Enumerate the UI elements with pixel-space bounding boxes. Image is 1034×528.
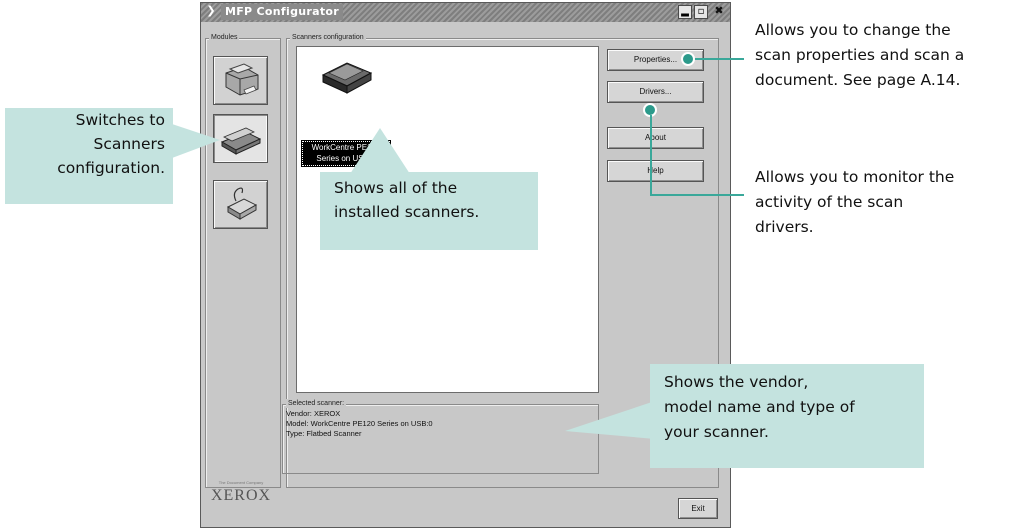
drivers-leader-horizontal — [650, 194, 744, 196]
port-module-button[interactable] — [213, 180, 268, 229]
selected-scanner-legend: Selected scanner: — [286, 399, 347, 408]
drivers-leader-vertical — [650, 115, 652, 195]
close-button[interactable]: ✖ — [712, 5, 726, 19]
switches-line1: Switches to — [75, 111, 165, 129]
vendor-line1: Shows the vendor, — [664, 373, 809, 391]
switches-line2: Scanners — [93, 135, 166, 153]
window-title: MFP Configurator — [221, 4, 343, 20]
help-button[interactable]: Help — [607, 160, 704, 182]
printer-module-button[interactable] — [213, 56, 268, 105]
scanner-device-icon[interactable] — [319, 55, 377, 97]
drivers-note-line1: Allows you to monitor the — [755, 168, 955, 186]
modules-legend: Modules — [209, 33, 240, 42]
switches-callout: Switches to Scanners configuration. — [5, 108, 173, 204]
properties-note-line2: scan properties and scan a — [755, 46, 965, 64]
maximize-button[interactable]: ▫ — [694, 5, 708, 19]
xerox-tagline: The Document Company — [218, 480, 264, 485]
properties-note-line1: Allows you to change the — [755, 21, 951, 39]
installed-callout: Shows all of the installed scanners. — [320, 172, 538, 250]
exit-button[interactable]: Exit — [678, 498, 718, 519]
vendor-callout: Shows the vendor, model name and type of… — [650, 364, 924, 468]
type-info: Type: Flatbed Scanner — [286, 429, 362, 438]
vendor-info: Vendor: XEROX — [286, 409, 341, 418]
installed-pointer — [350, 128, 410, 174]
properties-leader-line — [692, 58, 744, 60]
printer-icon — [225, 63, 259, 96]
minimize-button[interactable]: ▂ — [678, 5, 692, 19]
about-button[interactable]: About — [607, 127, 704, 149]
model-info: Model: WorkCentre PE120 Series on USB:0 — [286, 419, 433, 428]
switches-pointer — [172, 124, 220, 158]
drivers-note-line3: drivers. — [755, 218, 814, 236]
port-icon — [226, 187, 258, 220]
scanners-config-legend: Scanners configuration — [290, 33, 366, 42]
installed-line2: installed scanners. — [334, 203, 480, 221]
vendor-line3: your scanner. — [664, 423, 769, 441]
drivers-note-line2: activity of the scan — [755, 193, 904, 211]
properties-marker — [681, 52, 695, 66]
switches-line3: configuration. — [57, 159, 165, 177]
properties-note-line3: document. See page A.14. — [755, 71, 961, 89]
vendor-pointer — [565, 401, 655, 439]
installed-line1: Shows all of the — [334, 179, 458, 197]
vendor-line2: model name and type of — [664, 398, 855, 416]
title-bar[interactable]: ❯ MFP Configurator ▂ ▫ ✖ — [201, 3, 730, 22]
window-menu-icon[interactable]: ❯ — [204, 4, 218, 18]
drivers-button[interactable]: Drivers... — [607, 81, 704, 103]
xerox-logo: XEROX — [210, 487, 272, 504]
